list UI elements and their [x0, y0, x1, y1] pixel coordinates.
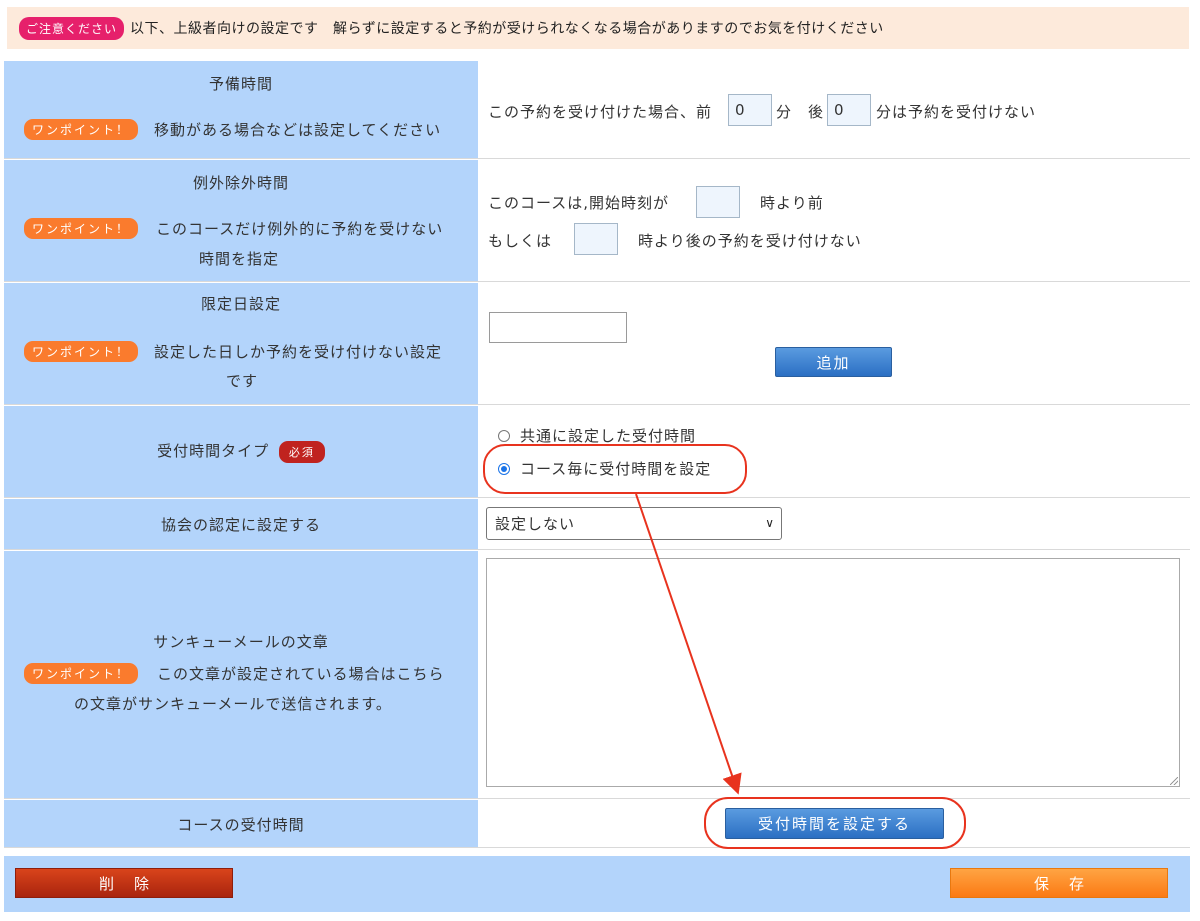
buffer-time-label: 予備時間 — [208, 75, 273, 93]
row-label: 予備時間 ワンポイント！ 移動がある場合などは設定してください — [4, 61, 478, 158]
notice-bar: ご注意ください 以下、上級者向けの設定です 解らずに設定すると予約が受けられなく… — [7, 7, 1189, 49]
exclusion-line1-suffix: 時より前 — [760, 194, 824, 212]
radio-label: 共通に設定した受付時間 — [520, 427, 697, 445]
exclusion-start-hour-input[interactable] — [696, 186, 740, 218]
row-label: コースの受付時間 — [4, 800, 478, 847]
limited-date-input[interactable] — [489, 312, 627, 343]
exclusion-hint-line1: このコースだけ例外的に予約を受けない — [156, 220, 444, 238]
row-value — [478, 551, 1190, 798]
notice-text: 以下、上級者向けの設定です 解らずに設定すると予約が受けられなくなる場合がありま… — [130, 21, 884, 37]
row-value: 設定しない ∨ — [478, 499, 1190, 549]
exclusion-hint-line2: 時間を指定 — [199, 250, 280, 268]
limited-day-hint-line2: です — [226, 372, 259, 390]
limited-day-hint-line1: 設定した日しか予約を受け付けない設定 — [154, 343, 443, 361]
row-value: この予約を受け付けた場合、前 0 分 後 0 分は予約を受付けない — [478, 61, 1190, 158]
row-limited-day: 限定日設定 ワンポイント！ 設定した日しか予約を受け付けない設定 です 追加 — [4, 283, 1190, 405]
row-association: 協会の認定に設定する 設定しない ∨ — [4, 499, 1190, 550]
resize-handle-icon[interactable] — [1170, 777, 1178, 785]
row-label: 協会の認定に設定する — [4, 499, 478, 549]
chevron-down-icon: ∨ — [765, 516, 775, 530]
buffer-text-after: 後 — [808, 103, 825, 121]
exclusion-time-label: 例外除外時間 — [192, 174, 289, 192]
unit-min-label: 分 — [776, 103, 793, 121]
association-select[interactable]: 設定しない ∨ — [486, 507, 782, 540]
exclusion-line1-prefix: このコースは,開始時刻が — [488, 194, 670, 212]
hint-badge: ワンポイント！ — [24, 218, 139, 239]
footer-bar: 削除 保存 — [4, 856, 1190, 912]
buffer-text-end: 分は予約を受付けない — [876, 103, 1037, 121]
association-label: 協会の認定に設定する — [160, 516, 321, 534]
row-value: 追加 — [478, 283, 1190, 404]
thankyou-mail-label: サンキューメールの文章 — [153, 633, 329, 651]
after-minutes-input[interactable]: 0 — [827, 94, 871, 126]
highlight-radio-annotation — [483, 444, 747, 494]
row-label: 限定日設定 ワンポイント！ 設定した日しか予約を受け付けない設定 です — [4, 283, 478, 404]
reception-type-title: 受付時間タイプ 必須 — [4, 440, 478, 463]
thankyou-mail-textarea[interactable] — [486, 558, 1180, 787]
caution-badge: ご注意ください — [19, 16, 125, 40]
row-label: サンキューメールの文章 ワンポイント！ この文章が設定されている場合はこちら の… — [4, 551, 478, 798]
hint-badge: ワンポイント！ — [24, 119, 139, 140]
row-value: このコースは,開始時刻が 時より前 もしくは 時より後の予約を受け付けない — [478, 160, 1190, 281]
row-label: 受付時間タイプ 必須 — [4, 406, 478, 497]
buffer-time-hint: 移動がある場合などは設定してください — [154, 121, 442, 139]
radio-button[interactable] — [498, 429, 510, 442]
delete-button[interactable]: 削除 — [15, 868, 233, 898]
exclusion-line2-prefix: もしくは — [488, 232, 553, 250]
row-exclusion-time: 例外除外時間 ワンポイント！ このコースだけ例外的に予約を受けない 時間を指定 … — [4, 160, 1190, 282]
radio-common-hours[interactable]: 共通に設定した受付時間 — [498, 425, 696, 446]
exclusion-end-hour-input[interactable] — [574, 223, 618, 255]
limited-day-label: 限定日設定 — [200, 295, 281, 313]
exclusion-line2-suffix: 時より後の予約を受け付けない — [638, 232, 862, 250]
highlight-button-annotation — [704, 797, 966, 849]
association-selected-value: 設定しない — [495, 515, 576, 533]
buffer-text-before: この予約を受け付けた場合、前 — [488, 103, 713, 121]
save-button[interactable]: 保存 — [950, 868, 1168, 898]
hint-badge: ワンポイント！ — [24, 341, 139, 362]
add-date-button[interactable]: 追加 — [775, 347, 892, 377]
before-minutes-input[interactable]: 0 — [728, 94, 772, 126]
row-label: 例外除外時間 ワンポイント！ このコースだけ例外的に予約を受けない 時間を指定 — [4, 160, 478, 281]
course-reception-label: コースの受付時間 — [177, 816, 305, 834]
required-badge: 必須 — [278, 440, 325, 463]
row-buffer-time: 予備時間 ワンポイント！ 移動がある場合などは設定してください この予約を受け付… — [4, 61, 1190, 159]
thankyou-hint-line2: の文章がサンキューメールで送信されます。 — [74, 695, 392, 713]
thankyou-hint-line1: この文章が設定されている場合はこちら — [157, 665, 445, 683]
row-thankyou-mail: サンキューメールの文章 ワンポイント！ この文章が設定されている場合はこちら の… — [4, 551, 1190, 799]
reception-type-label: 受付時間タイプ — [157, 442, 270, 460]
row-course-reception: コースの受付時間 受付時間を設定する — [4, 800, 1190, 848]
hint-badge: ワンポイント！ — [24, 663, 139, 684]
